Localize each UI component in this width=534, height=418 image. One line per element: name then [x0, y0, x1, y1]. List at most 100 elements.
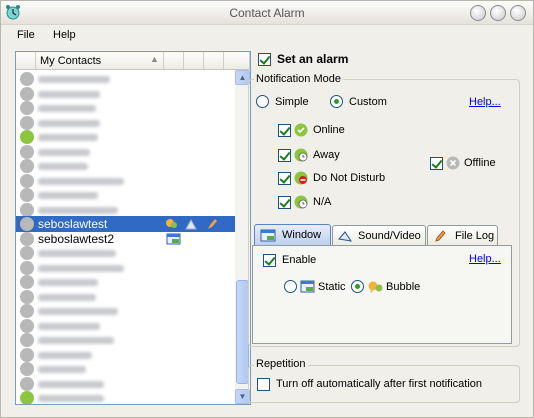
na-status-icon: [294, 195, 308, 209]
online-label: Online: [313, 124, 345, 136]
menu-file[interactable]: File: [17, 29, 35, 41]
offline-checkbox[interactable]: [430, 157, 443, 170]
online-status-icon: [294, 123, 308, 137]
custom-label: Custom: [349, 96, 387, 108]
help-link-window[interactable]: Help...: [469, 253, 501, 265]
static-label: Static: [318, 281, 346, 293]
blurred-contact-name: [38, 264, 124, 272]
enable-checkbox[interactable]: [263, 254, 276, 267]
turn-off-checkbox[interactable]: [257, 378, 270, 391]
blurred-contact-name: [38, 293, 96, 301]
offline-status-icon: [20, 144, 34, 159]
maximize-button[interactable]: [490, 5, 506, 21]
blurred-contact-name: [38, 206, 118, 214]
window-title: Contact Alarm: [229, 6, 305, 20]
blurred-contact-name: [38, 134, 98, 141]
blurred-contact-name: [38, 308, 118, 315]
blurred-contact-name: [38, 351, 92, 359]
static-window-icon: [300, 280, 315, 293]
minimize-button[interactable]: [470, 5, 486, 21]
blurred-contact-name: [38, 250, 116, 257]
blurred-contact-name: [38, 337, 114, 344]
offline-status-icon: [20, 362, 34, 376]
simple-label: Simple: [275, 96, 309, 108]
offline-status-icon: [20, 115, 34, 130]
repetition-title: Repetition: [254, 358, 308, 370]
tab-file-log-label: File Log: [455, 230, 495, 242]
blurred-contact-name: [38, 366, 86, 373]
sort-arrow-icon: ▲: [150, 54, 159, 64]
offline-status-icon: [20, 173, 34, 188]
contact-name: seboslawtest2: [38, 231, 115, 246]
set-alarm-checkbox[interactable]: [258, 53, 271, 66]
away-status-icon: [294, 148, 308, 162]
blurred-contact-name: [38, 105, 96, 112]
away-status-icon: [20, 130, 34, 144]
contact-row[interactable]: [16, 405, 235, 406]
contact-name: seboslawtest: [38, 217, 108, 231]
menu-bar: File Help: [1, 25, 533, 45]
speaker-icon: [338, 231, 352, 242]
offline-label: Offline: [464, 157, 496, 169]
simple-radio[interactable]: [256, 95, 269, 108]
enable-label: Enable: [282, 254, 317, 266]
offline-status-icon: [20, 347, 34, 362]
offline-status-icon: [20, 289, 34, 304]
tab-sound-video-label: Sound/Video: [358, 230, 421, 242]
offline-status-icon: [20, 72, 34, 86]
contact-list[interactable]: My Contacts ▲ seboslawtest seboslawtest2 …: [15, 51, 251, 405]
offline-status-icon: [20, 159, 34, 173]
window-icon: [260, 229, 276, 242]
offline-status-icon: [20, 231, 34, 246]
close-button[interactable]: [510, 5, 526, 21]
menu-help[interactable]: Help: [53, 29, 76, 41]
offline-status-icon: [20, 217, 34, 231]
tab-file-log[interactable]: File Log: [427, 225, 498, 245]
blurred-contact-name: [38, 119, 100, 127]
offline-status-icon: [20, 202, 34, 217]
tab-window-label: Window: [282, 229, 322, 241]
bubble-radio[interactable]: [351, 280, 364, 293]
dnd-label: Do Not Disturb: [313, 172, 386, 184]
tab-sound-video[interactable]: Sound/Video: [332, 225, 426, 245]
offline-status-icon: [20, 304, 34, 318]
offline-status-icon: [20, 333, 34, 347]
bubble-label: Bubble: [386, 281, 421, 293]
offline-status-icon: [20, 376, 34, 391]
offline-status-icon: [20, 275, 34, 289]
list-header[interactable]: My Contacts ▲: [16, 52, 250, 70]
custom-radio[interactable]: [330, 95, 343, 108]
turn-off-label: Turn off automatically after first notif…: [276, 378, 483, 390]
offline-status-icon: [20, 318, 34, 333]
notification-mode-title: Notification Mode: [254, 73, 343, 85]
title-bar: Contact Alarm: [1, 1, 533, 25]
offline-status-icon: [20, 188, 34, 202]
away-checkbox[interactable]: [278, 149, 291, 162]
blurred-contact-name: [38, 177, 124, 185]
blurred-contact-name: [38, 192, 98, 199]
offline-status-icon: [446, 156, 460, 170]
offline-status-icon: [20, 86, 34, 101]
pencil-icon: [435, 230, 446, 242]
na-checkbox[interactable]: [278, 196, 291, 209]
blurred-contact-name: [38, 395, 104, 402]
help-link-mode[interactable]: Help...: [469, 96, 501, 108]
online-checkbox[interactable]: [278, 124, 291, 137]
away-label: Away: [313, 149, 340, 161]
online-status-icon: [20, 391, 34, 404]
blurred-contact-name: [38, 148, 90, 156]
na-label: N/A: [313, 196, 332, 208]
blurred-contact-name: [38, 76, 110, 83]
blurred-contact-name: [38, 380, 104, 388]
bubble-icon: [368, 281, 383, 293]
contact-row[interactable]: [16, 390, 235, 404]
alarm-indicator-icons: [166, 218, 217, 230]
offline-status-icon: [20, 246, 34, 260]
contact-alarm-window: Contact Alarm File Help My Contacts ▲ se…: [0, 0, 534, 418]
header-my-contacts: My Contacts: [40, 55, 102, 67]
offline-status-icon: [20, 101, 34, 115]
dnd-checkbox[interactable]: [278, 172, 291, 185]
tab-window[interactable]: Window: [254, 224, 331, 245]
blurred-contact-name: [38, 90, 100, 98]
static-radio[interactable]: [284, 280, 297, 293]
